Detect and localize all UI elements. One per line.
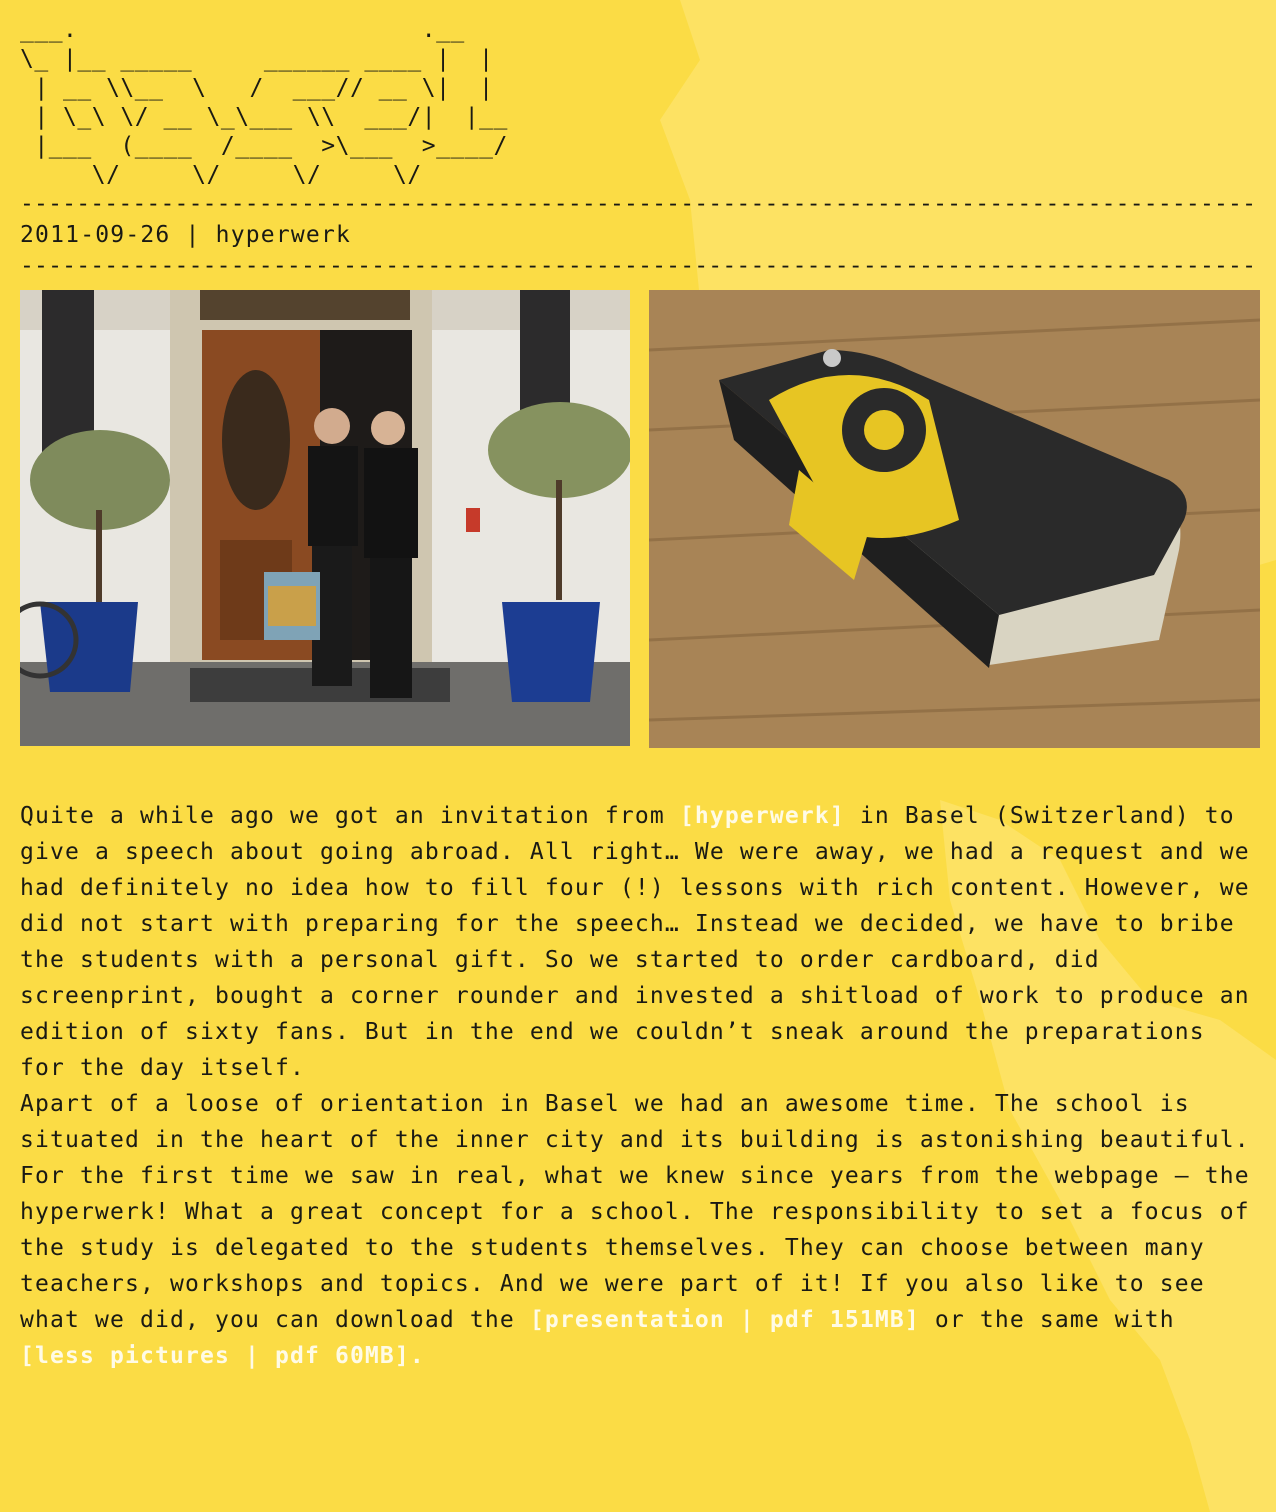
less-pictures-pdf-link[interactable]: [less pictures | pdf 60MB]. bbox=[20, 1343, 425, 1369]
paragraph-1-text-b: in Basel (Switzerland) to give a speech … bbox=[20, 803, 1250, 1081]
presentation-pdf-link[interactable]: [presentation | pdf 151MB] bbox=[530, 1307, 920, 1333]
paragraph-1-text-a: Quite a while ago we got an invitation f… bbox=[20, 803, 680, 829]
ascii-logo[interactable]: ___. .__ \_ |__ _____ ______ ____ | | | … bbox=[20, 16, 1260, 190]
separator-top: ----------------------------------------… bbox=[20, 191, 1260, 217]
paragraph-2: Apart of a loose of orientation in Basel… bbox=[20, 1086, 1260, 1374]
post-container: ___. .__ \_ |__ _____ ______ ____ | | | … bbox=[20, 16, 1260, 1374]
article-body: Quite a while ago we got an invitation f… bbox=[20, 798, 1260, 1374]
photo-row bbox=[20, 290, 1260, 748]
photo-hyperwerk-entrance[interactable] bbox=[20, 290, 630, 746]
paragraph-2-text-a: Apart of a loose of orientation in Basel… bbox=[20, 1091, 1250, 1333]
post-date: 2011-09-26 bbox=[20, 222, 171, 248]
separator-bottom: ----------------------------------------… bbox=[20, 253, 1260, 279]
paragraph-2-text-b: or the same with bbox=[919, 1307, 1175, 1333]
meta-divider: | bbox=[170, 222, 216, 248]
hyperwerk-link[interactable]: [hyperwerk] bbox=[680, 803, 845, 829]
photo-fan-edition[interactable] bbox=[649, 290, 1260, 748]
post-tag-link[interactable]: hyperwerk bbox=[216, 222, 351, 248]
paragraph-1: Quite a while ago we got an invitation f… bbox=[20, 798, 1260, 1086]
post-meta: 2011-09-26 | hyperwerk bbox=[20, 218, 1260, 252]
